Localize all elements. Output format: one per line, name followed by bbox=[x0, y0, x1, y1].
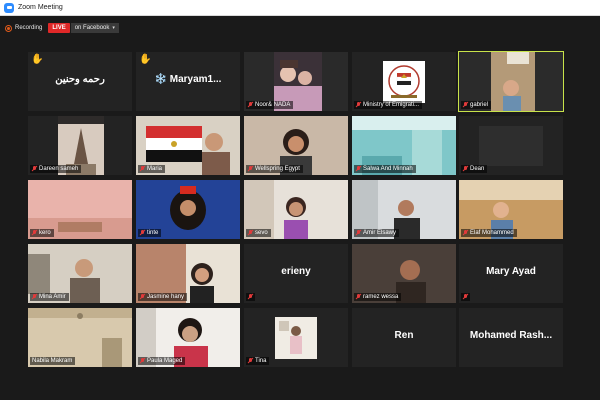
participant-tile[interactable]: Tina bbox=[244, 308, 348, 367]
participant-tile[interactable]: erieny bbox=[244, 244, 348, 303]
participant-name-label: Noor& NADA bbox=[246, 101, 294, 109]
participant-tile[interactable]: Maria bbox=[136, 116, 240, 175]
participant-name-label: ramez wessa bbox=[354, 293, 402, 301]
participant-tile[interactable]: tinte bbox=[136, 180, 240, 239]
participant-name-label: Tina bbox=[246, 357, 270, 365]
microphone-muted-icon bbox=[32, 230, 37, 236]
participant-name-label: Jasmine hany bbox=[138, 293, 188, 301]
participant-name-label: Ministry of Emigrati... bbox=[354, 101, 423, 109]
participant-name-label: Mina Amir bbox=[30, 293, 69, 301]
microphone-muted-icon bbox=[248, 102, 253, 108]
participant-tile[interactable]: Mohamed Rash... bbox=[459, 308, 563, 367]
participant-tile[interactable]: Dean bbox=[459, 116, 563, 175]
participant-tile[interactable]: Dareen sameh bbox=[28, 116, 132, 175]
participant-tile[interactable]: Salwa And Minnah bbox=[352, 116, 456, 175]
participant-tile[interactable]: Noor& NADA bbox=[244, 52, 348, 111]
participant-tile[interactable]: Wellspring Egypt bbox=[244, 116, 348, 175]
participant-display-name: ❄️ Maryam1... bbox=[154, 74, 222, 85]
microphone-muted-icon bbox=[140, 166, 145, 172]
participant-name-label: Amir Elsawy bbox=[354, 229, 400, 237]
gallery-grid: ✋ رحمه وحنين ✋ ❄️ Maryam1... Noor& NADA … bbox=[0, 0, 600, 400]
participant-tile[interactable]: ramez wessa bbox=[352, 244, 456, 303]
participant-tile[interactable]: Amir Elsawy bbox=[352, 180, 456, 239]
participant-tile[interactable]: Mina Amir bbox=[28, 244, 132, 303]
participant-name-label bbox=[246, 293, 255, 301]
participant-name-label: Nabila Makram bbox=[30, 357, 76, 365]
microphone-muted-icon bbox=[248, 230, 253, 236]
participant-display-name: erieny bbox=[281, 266, 311, 277]
microphone-muted-icon bbox=[248, 166, 253, 172]
participant-name-label: Dean bbox=[461, 165, 488, 173]
microphone-muted-icon bbox=[356, 294, 361, 300]
profile-picture bbox=[275, 316, 317, 359]
raised-hand-icon: ✋ bbox=[139, 54, 152, 65]
microphone-muted-icon bbox=[463, 230, 468, 236]
raised-hand-icon: ✋ bbox=[31, 54, 44, 65]
microphone-muted-icon bbox=[140, 230, 145, 236]
participant-name-label bbox=[461, 293, 470, 301]
participant-display-name: Ren bbox=[394, 330, 414, 341]
participant-name-label: kero bbox=[30, 229, 54, 237]
participant-tile[interactable]: Ministry of Emigrati... bbox=[352, 52, 456, 111]
participant-name-label: Maria bbox=[138, 165, 166, 173]
microphone-muted-icon bbox=[140, 358, 145, 364]
participant-tile[interactable]: sevo bbox=[244, 180, 348, 239]
microphone-muted-icon bbox=[356, 230, 361, 236]
participant-tile[interactable]: Jasmine hany bbox=[136, 244, 240, 303]
microphone-muted-icon bbox=[32, 294, 37, 300]
participant-name-label: Elaf Mohammed bbox=[461, 229, 517, 237]
microphone-muted-icon bbox=[463, 102, 468, 108]
participant-tile[interactable]: Mary Ayad bbox=[459, 244, 563, 303]
participant-display-name: رحمه وحنين bbox=[55, 74, 105, 85]
participant-display-name: Mohamed Rash... bbox=[469, 330, 553, 341]
participant-name-label: Salwa And Minnah bbox=[354, 165, 416, 173]
microphone-muted-icon bbox=[248, 294, 253, 300]
participant-tile[interactable]: Ren bbox=[352, 308, 456, 367]
participant-tile[interactable]: ✋ ❄️ Maryam1... bbox=[136, 52, 240, 111]
participant-tile[interactable]: kero bbox=[28, 180, 132, 239]
participant-name-label: Wellspring Egypt bbox=[246, 165, 303, 173]
participant-name-label: tinte bbox=[138, 229, 162, 237]
participant-name-label: sevo bbox=[246, 229, 271, 237]
participant-tile-active-speaker[interactable]: gabriel bbox=[458, 51, 564, 112]
participant-tile[interactable]: Paula Maged bbox=[136, 308, 240, 367]
participant-name-label: gabriel bbox=[461, 101, 492, 109]
participant-tile[interactable]: Nabila Makram bbox=[28, 308, 132, 367]
microphone-muted-icon bbox=[356, 166, 361, 172]
profile-picture bbox=[383, 60, 425, 103]
participant-display-name: Mary Ayad bbox=[486, 266, 536, 277]
microphone-muted-icon bbox=[32, 166, 37, 172]
microphone-muted-icon bbox=[463, 166, 468, 172]
participant-tile[interactable]: Elaf Mohammed bbox=[459, 180, 563, 239]
microphone-muted-icon bbox=[356, 102, 361, 108]
participant-tile[interactable]: ✋ رحمه وحنين bbox=[28, 52, 132, 111]
microphone-muted-icon bbox=[140, 294, 145, 300]
participant-name-label: Dareen sameh bbox=[30, 165, 82, 173]
participant-name-label: Paula Maged bbox=[138, 357, 186, 365]
microphone-muted-icon bbox=[248, 358, 253, 364]
microphone-muted-icon bbox=[463, 294, 468, 300]
